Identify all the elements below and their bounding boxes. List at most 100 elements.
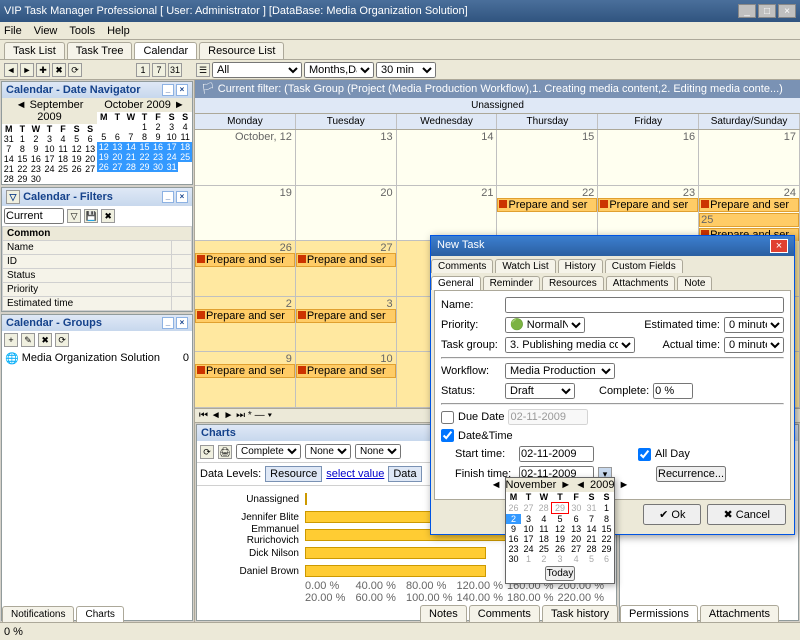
dialog-close-button[interactable]: × [770,239,788,253]
chart-print-icon[interactable]: 🖨 [218,445,232,459]
filter-row-name[interactable]: Name [3,241,172,255]
tab-charts[interactable]: Charts [76,606,123,622]
nav-back-icon[interactable]: ◄ [4,63,18,77]
maximize-button[interactable]: □ [758,4,776,18]
filter-row-est[interactable]: Estimated time [3,297,172,311]
status-select[interactable]: Draft [505,383,575,399]
calendar-day-headers: MondayTuesdayWednesday ThursdayFridaySat… [195,114,800,130]
dp-today-button[interactable]: Today [545,566,576,581]
filter-save-icon[interactable]: 💾 [84,209,98,223]
dlg-tab-comments[interactable]: Comments [431,259,493,273]
complete-input[interactable] [653,383,693,399]
calendar-event[interactable]: Prepare and ser [497,198,597,212]
main-tabs: Task List Task Tree Calendar Resource Li… [0,40,800,60]
level-data[interactable]: Data [388,466,421,482]
chart-complete-select[interactable]: Complete [236,444,301,459]
filter-row-priority[interactable]: Priority [3,283,172,297]
level-resource[interactable]: Resource [265,466,322,482]
window-titlebar: VIP Task Manager Professional [ User: Ad… [0,0,800,22]
panel-close-icon[interactable]: × [176,191,188,203]
dp-year[interactable]: 2009 [590,479,614,491]
tab-task-tree[interactable]: Task Tree [67,42,133,59]
nav-fwd-icon[interactable]: ► [20,63,34,77]
allday-checkbox[interactable] [638,448,651,461]
ok-button[interactable]: ✔ Ok [643,504,701,525]
group-count: 0 [183,352,189,365]
group-tree-root[interactable]: 🌐 Media Organization Solution 0 [2,349,192,368]
workflow-select[interactable]: Media Production W [505,363,615,379]
group-refresh-icon[interactable]: ⟳ [55,333,69,347]
dlg-tab-resources[interactable]: Resources [542,276,604,290]
dlg-tab-note[interactable]: Note [677,276,712,290]
dp-prev-month-icon[interactable]: ◄ [491,479,502,491]
dlg-tab-history[interactable]: History [558,259,603,273]
panel-min-icon[interactable]: _ [162,84,174,96]
priority-select[interactable]: 🟢 NormalNormal [505,317,585,333]
tab-comments[interactable]: Comments [469,605,540,622]
filter-current-input[interactable] [4,208,64,224]
menu-tools[interactable]: Tools [69,25,95,37]
dp-month[interactable]: November [506,479,557,491]
level-select-value[interactable]: select value [326,468,384,480]
chart-refresh-icon[interactable]: ⟳ [200,445,214,459]
dlg-tab-attachments[interactable]: Attachments [606,276,676,290]
dp-next-month-icon[interactable]: ► [560,479,571,491]
view-week-icon[interactable]: 7 [152,63,166,77]
est-time-select[interactable]: 0 minutes [724,317,784,333]
filter-group-icon[interactable]: ☰ [196,63,210,77]
refresh-icon[interactable]: ⟳ [68,63,82,77]
view-day-icon[interactable]: 1 [136,63,150,77]
menu-file[interactable]: File [4,25,22,37]
new-task-icon[interactable]: ✚ [36,63,50,77]
dp-grid[interactable]: MTWTFSS 2627282930311 2345678 9101112131… [506,492,614,564]
interval-select[interactable]: 30 min [376,62,436,78]
dlg-tab-custom[interactable]: Custom Fields [605,259,683,273]
dp-next-year-icon[interactable]: ► [619,479,630,491]
chart-none1-select[interactable]: None [305,444,351,459]
datetime-checkbox[interactable] [441,429,454,442]
filter-all-select[interactable]: All [212,62,302,78]
tab-notes[interactable]: Notes [420,605,467,622]
dlg-tab-watchlist[interactable]: Watch List [495,259,555,273]
chart-none2-select[interactable]: None [355,444,401,459]
duedate-checkbox[interactable] [441,411,454,424]
close-button[interactable]: × [778,4,796,18]
panel-min-icon[interactable]: _ [162,191,174,203]
menu-view[interactable]: View [34,25,58,37]
filters-grid: Common Name ID Status Priority Estimated… [2,226,192,311]
taskgroup-select[interactable]: 3. Publishing media content [505,337,635,353]
menu-help[interactable]: Help [107,25,130,37]
minimize-button[interactable]: _ [738,4,756,18]
view-month-icon[interactable]: 31 [168,63,182,77]
tab-permissions[interactable]: Permissions [620,605,698,622]
filter-apply-icon[interactable]: ▽ [67,209,81,223]
tab-task-list[interactable]: Task List [4,42,65,59]
panel-close-icon[interactable]: × [176,84,188,96]
recurrence-button[interactable]: Recurrence... [656,466,726,482]
filter-row-id[interactable]: ID [3,255,172,269]
group-edit-icon[interactable]: ✎ [21,333,35,347]
mini-calendar-oct[interactable]: October 2009 ► MTWTFSS 1234 567891011 12… [97,98,192,184]
dp-prev-year-icon[interactable]: ◄ [575,479,586,491]
tab-resource-list[interactable]: Resource List [199,42,284,59]
start-time-input[interactable] [519,446,594,462]
filter-clear-icon[interactable]: ✖ [101,209,115,223]
tab-notifications[interactable]: Notifications [2,606,74,622]
period-select[interactable]: Months,Days [304,62,374,78]
actual-time-select[interactable]: 0 minutes [724,337,784,353]
delete-icon[interactable]: ✖ [52,63,66,77]
calendar-unassigned-header: Unassigned [195,98,800,114]
panel-min-icon[interactable]: _ [162,317,174,329]
cancel-button[interactable]: ✖ Cancel [707,504,786,525]
group-del-icon[interactable]: ✖ [38,333,52,347]
tab-calendar[interactable]: Calendar [134,42,197,59]
name-input[interactable] [505,297,784,313]
dlg-tab-reminder[interactable]: Reminder [483,276,540,290]
tab-attachments[interactable]: Attachments [700,605,779,622]
filter-row-status[interactable]: Status [3,269,172,283]
group-add-icon[interactable]: + [4,333,18,347]
panel-close-icon[interactable]: × [176,317,188,329]
dlg-tab-general[interactable]: General [431,276,481,290]
tab-task-history[interactable]: Task history [542,605,618,622]
mini-calendar-sept[interactable]: ◄ September 2009 MTWTFSS 31123456 789101… [2,98,97,184]
